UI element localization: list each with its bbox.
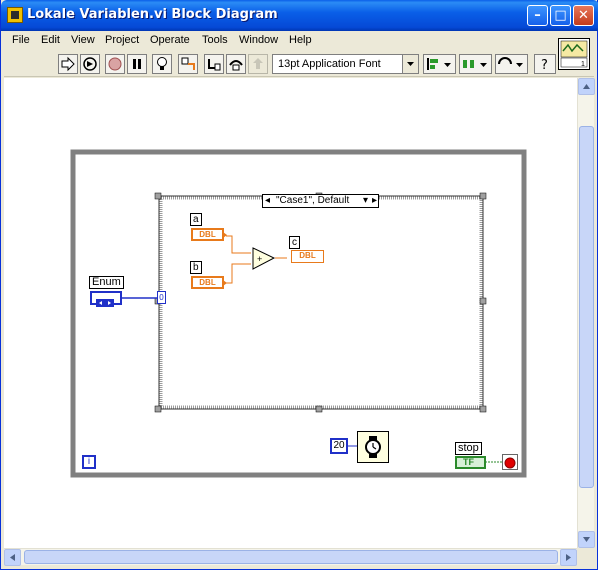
- terminal-b[interactable]: DBL: [191, 276, 227, 289]
- chevron-down-icon: [407, 62, 414, 66]
- pause-button[interactable]: [127, 54, 147, 74]
- close-icon: ✕: [578, 8, 589, 23]
- wait-ms-function[interactable]: [357, 431, 389, 463]
- distribute-objects-button[interactable]: [459, 54, 492, 74]
- vertical-scrollbar[interactable]: [577, 78, 595, 548]
- lightbulb-icon: [157, 57, 167, 70]
- scroll-up-button[interactable]: [578, 78, 595, 95]
- vertical-scroll-thumb[interactable]: [579, 126, 594, 488]
- case-dropdown-icon[interactable]: ▾: [363, 195, 368, 207]
- step-over-icon: [229, 60, 243, 71]
- highlight-execution-button[interactable]: [152, 54, 172, 74]
- svg-text:1: 1: [581, 61, 585, 68]
- menu-project[interactable]: Project: [105, 34, 139, 46]
- minimize-icon: –: [534, 8, 541, 23]
- run-continuously-icon: [83, 57, 97, 71]
- selection-handles: [154, 192, 487, 413]
- maximize-button[interactable]: □: [550, 5, 571, 26]
- case-prev-icon[interactable]: ◂: [265, 195, 270, 207]
- menu-help[interactable]: Help: [289, 34, 312, 46]
- window-title: Lokale Variablen.vi Block Diagram: [27, 7, 278, 22]
- wire-a: [226, 235, 251, 254]
- labview-app-icon[interactable]: [7, 7, 23, 23]
- horizontal-scrollbar[interactable]: [4, 548, 577, 566]
- label-b: b: [190, 261, 202, 274]
- block-diagram-canvas[interactable]: + ◂ "Case1", Default ▾ ▸ 0 a DBL b DBL c…: [4, 78, 577, 548]
- label-a: a: [190, 213, 202, 226]
- vi-icon[interactable]: 1: [558, 38, 590, 70]
- arrow-left-icon: [10, 554, 15, 561]
- diagram-svg: +: [70, 149, 527, 478]
- step-into-icon: [208, 59, 221, 71]
- label-stop: stop: [455, 442, 482, 455]
- iteration-terminal[interactable]: i: [82, 455, 96, 469]
- scrollbar-corner: [577, 548, 594, 565]
- retain-wire-values-icon: [181, 57, 195, 70]
- context-help-button[interactable]: ?: [534, 54, 556, 74]
- horizontal-scroll-thumb[interactable]: [24, 550, 558, 564]
- menu-operate[interactable]: Operate: [150, 34, 190, 46]
- close-button[interactable]: ✕: [573, 5, 594, 26]
- step-out-button[interactable]: [248, 54, 268, 74]
- pause-icon: [133, 59, 141, 69]
- toolbar: 13pt Application Font ?: [4, 51, 594, 77]
- terminal-a[interactable]: DBL: [191, 228, 227, 241]
- menu-bar: File Edit View Project Operate Tools Win…: [4, 31, 594, 51]
- case-selector-terminal[interactable]: 0: [157, 291, 166, 304]
- vi-connector-icon: 1: [560, 40, 588, 68]
- svg-text:?: ?: [541, 58, 548, 73]
- menu-tools[interactable]: Tools: [202, 34, 228, 46]
- retain-wire-values-button[interactable]: [178, 54, 198, 74]
- wire-b: [226, 263, 251, 284]
- help-question-icon: ?: [541, 58, 548, 73]
- font-selector-value: 13pt Application Font: [278, 58, 381, 70]
- case-selector-label: "Case1", Default: [276, 195, 350, 206]
- menu-file[interactable]: File: [12, 34, 30, 46]
- align-objects-button[interactable]: [423, 54, 456, 74]
- arrow-right-icon: [566, 554, 571, 561]
- wristwatch-icon: [365, 436, 381, 458]
- font-dropdown-arrow[interactable]: [402, 55, 418, 73]
- reorder-button[interactable]: [495, 54, 528, 74]
- arrow-down-icon: [583, 537, 590, 542]
- terminal-enum[interactable]: [90, 291, 122, 307]
- terminal-stop[interactable]: TF: [455, 456, 486, 469]
- arrow-up-icon: [583, 84, 590, 89]
- distribute-objects-icon: [463, 60, 487, 68]
- label-enum: Enum: [89, 276, 124, 289]
- step-into-button[interactable]: [204, 54, 224, 74]
- run-button[interactable]: [58, 54, 78, 74]
- run-arrow-icon: [61, 56, 75, 72]
- title-bar[interactable]: Lokale Variablen.vi Block Diagram – □ ✕: [1, 0, 598, 31]
- scroll-left-button[interactable]: [4, 549, 21, 566]
- tf-text: TF: [463, 457, 474, 467]
- enum-arrows-icon: [96, 299, 114, 307]
- add-symbol: +: [257, 254, 262, 264]
- block-diagram-window: Lokale Variablen.vi Block Diagram – □ ✕ …: [0, 0, 598, 570]
- font-selector[interactable]: 13pt Application Font: [272, 54, 419, 74]
- loop-condition-terminal[interactable]: [502, 454, 518, 470]
- abort-icon: [108, 57, 122, 71]
- menu-view[interactable]: View: [71, 34, 95, 46]
- run-continuously-button[interactable]: [80, 54, 100, 74]
- case-next-icon[interactable]: ▸: [372, 195, 377, 207]
- minimize-button[interactable]: –: [527, 5, 548, 26]
- menu-window[interactable]: Window: [239, 34, 278, 46]
- maximize-icon: □: [554, 8, 567, 23]
- scroll-down-button[interactable]: [578, 531, 595, 548]
- wait-constant[interactable]: 20: [330, 438, 348, 454]
- step-over-button[interactable]: [226, 54, 246, 74]
- stop-condition-icon: [504, 457, 516, 469]
- align-objects-icon: [427, 58, 451, 70]
- menu-edit[interactable]: Edit: [41, 34, 60, 46]
- step-out-icon: [253, 58, 263, 69]
- scroll-right-button[interactable]: [560, 549, 577, 566]
- label-c: c: [289, 236, 300, 249]
- indicator-c[interactable]: DBL: [291, 250, 324, 263]
- case-selector[interactable]: ◂ "Case1", Default ▾ ▸: [262, 194, 379, 208]
- abort-button[interactable]: [105, 54, 125, 74]
- reorder-icon: [498, 57, 523, 67]
